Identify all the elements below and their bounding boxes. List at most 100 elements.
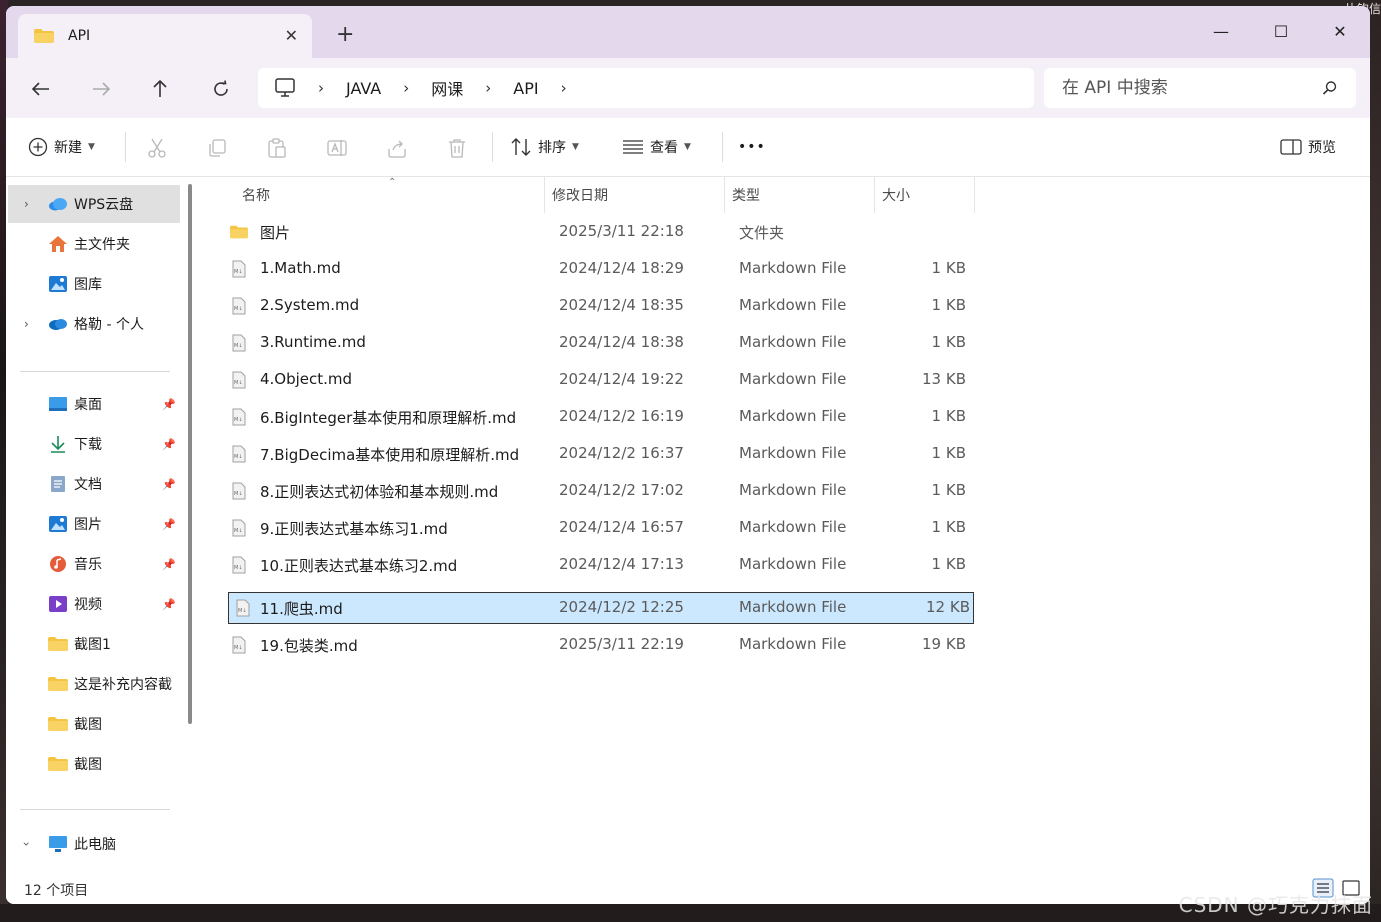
search-input[interactable] <box>1060 77 1314 99</box>
sidebar-item-this-pc[interactable]: › 此电脑 <box>8 825 180 863</box>
pin-icon[interactable]: 📌 <box>162 478 176 491</box>
search-box[interactable] <box>1044 68 1356 108</box>
status-bar: 12 个项目 <box>6 872 1370 904</box>
paste-icon[interactable] <box>266 137 288 159</box>
sidebar-item-downloads[interactable]: 下载 📌 <box>8 425 180 463</box>
markdown-file-icon: M↓ <box>232 556 246 574</box>
file-row[interactable]: M↓ 7.BigDecima基本使用和原理解析.md 2024/12/2 16:… <box>224 438 970 470</box>
column-header-type[interactable]: 类型 <box>732 177 760 213</box>
breadcrumb-api[interactable]: API <box>513 79 538 98</box>
column-header-name[interactable]: 名称 <box>242 177 270 213</box>
copy-icon[interactable] <box>206 137 228 159</box>
chevron-right-icon[interactable]: › <box>24 317 29 331</box>
file-row-folder[interactable]: 图片 2025/3/11 22:18 文件夹 <box>224 216 970 248</box>
svg-text:M↓: M↓ <box>234 491 243 497</box>
file-name: 9.正则表达式基本练习1.md <box>260 520 448 538</box>
file-row[interactable]: M↓ 4.Object.md 2024/12/4 19:22 Markdown … <box>224 364 970 396</box>
sidebar-item-pictures[interactable]: 图片 📌 <box>8 505 180 543</box>
refresh-button[interactable] <box>208 76 234 102</box>
breadcrumb-separator[interactable]: › <box>403 79 409 97</box>
svg-text:M↓: M↓ <box>234 565 243 571</box>
file-row[interactable]: M↓ 2.System.md 2024/12/4 18:35 Markdown … <box>224 290 970 322</box>
sidebar-item-gallery[interactable]: 图库 <box>8 265 180 303</box>
sidebar-item-folder[interactable]: 截图 <box>8 705 180 743</box>
cut-icon[interactable] <box>146 137 168 159</box>
sidebar-item-wps-cloud[interactable]: › WPS云盘 <box>8 185 180 223</box>
share-icon[interactable] <box>386 137 408 159</box>
sidebar-item-videos[interactable]: 视频 📌 <box>8 585 180 623</box>
breadcrumb-java[interactable]: JAVA <box>346 79 381 98</box>
folder-icon <box>230 225 248 239</box>
file-type: Markdown File <box>739 481 847 499</box>
back-button[interactable] <box>28 76 54 102</box>
tab-close-icon[interactable]: ✕ <box>285 26 298 45</box>
pin-icon[interactable]: 📌 <box>162 558 176 571</box>
cloud-icon <box>48 195 68 213</box>
column-header-size[interactable]: 大小 <box>882 177 910 213</box>
sidebar-item-desktop[interactable]: 桌面 📌 <box>8 385 180 423</box>
new-tab-button[interactable]: + <box>336 24 354 46</box>
maximize-button[interactable]: ☐ <box>1266 16 1296 46</box>
toolbar-divider <box>722 132 723 162</box>
markdown-file-icon: M↓ <box>236 599 250 617</box>
close-window-button[interactable]: ✕ <box>1325 16 1355 46</box>
up-button[interactable] <box>147 76 173 102</box>
pin-icon[interactable]: 📌 <box>162 398 176 411</box>
file-size: 1 KB <box>931 407 966 425</box>
breadcrumb-wangke[interactable]: 网课 <box>431 76 463 100</box>
sidebar-item-home[interactable]: 主文件夹 <box>8 225 180 263</box>
file-type: Markdown File <box>739 259 847 277</box>
breadcrumb-separator[interactable]: › <box>485 79 491 97</box>
column-divider[interactable] <box>544 177 545 213</box>
new-button[interactable]: 新建 ▼ <box>28 134 95 160</box>
file-size: 1 KB <box>931 444 966 462</box>
column-divider[interactable] <box>974 177 975 213</box>
tab-api[interactable]: API ✕ <box>18 14 312 58</box>
file-row-selected[interactable]: M↓ 11.爬虫.md 2024/12/2 12:25 Markdown Fil… <box>228 592 974 624</box>
pin-icon[interactable]: 📌 <box>162 438 176 451</box>
column-header-date[interactable]: 修改日期 <box>552 177 608 213</box>
sidebar-item-label: 此电脑 <box>74 837 116 853</box>
sidebar-item-music[interactable]: 音乐 📌 <box>8 545 180 583</box>
breadcrumb-separator[interactable]: › <box>561 79 567 97</box>
chevron-down-icon[interactable]: › <box>19 842 33 847</box>
sidebar-item-folder[interactable]: 截图1 <box>8 625 180 663</box>
sort-button[interactable]: 排序 ▼ <box>510 134 579 160</box>
file-row[interactable]: M↓ 9.正则表达式基本练习1.md 2024/12/4 16:57 Markd… <box>224 512 970 544</box>
view-button[interactable]: 查看 ▼ <box>622 134 691 160</box>
file-row[interactable]: M↓ 8.正则表达式初体验和基本规则.md 2024/12/2 17:02 Ma… <box>224 475 970 507</box>
column-divider[interactable] <box>874 177 875 213</box>
pin-icon[interactable]: 📌 <box>162 598 176 611</box>
sidebar-item-folder[interactable]: 截图 <box>8 745 180 783</box>
computer-icon <box>275 78 295 97</box>
preview-label: 预览 <box>1308 140 1336 156</box>
breadcrumb-separator[interactable]: › <box>318 79 324 97</box>
sidebar-item-onedrive[interactable]: › 格勒 - 个人 <box>8 305 180 343</box>
markdown-file-icon: M↓ <box>232 408 246 426</box>
sidebar-item-folder[interactable]: 这是补充内容截 <box>8 665 180 703</box>
column-divider[interactable] <box>724 177 725 213</box>
file-row[interactable]: M↓ 1.Math.md 2024/12/4 18:29 Markdown Fi… <box>224 253 970 285</box>
more-options-button[interactable]: ••• <box>738 134 766 160</box>
delete-icon[interactable] <box>446 137 468 159</box>
file-row[interactable]: M↓ 6.BigInteger基本使用和原理解析.md 2024/12/2 16… <box>224 401 970 433</box>
file-name: 图片 <box>260 224 291 242</box>
pin-icon[interactable]: 📌 <box>162 518 176 531</box>
onedrive-icon <box>48 315 68 333</box>
forward-button[interactable] <box>88 76 114 102</box>
sidebar-scrollbar[interactable] <box>188 184 192 724</box>
minimize-button[interactable]: — <box>1206 16 1236 46</box>
file-row[interactable]: M↓ 10.正则表达式基本练习2.md 2024/12/4 17:13 Mark… <box>224 549 970 581</box>
address-bar[interactable]: › JAVA › 网课 › API › <box>258 68 1034 108</box>
search-icon[interactable] <box>1322 80 1338 96</box>
file-row[interactable]: M↓ 19.包装类.md 2025/3/11 22:19 Markdown Fi… <box>224 629 970 661</box>
preview-pane-button[interactable]: 预览 <box>1280 134 1336 160</box>
sidebar-item-documents[interactable]: 文档 📌 <box>8 465 180 503</box>
file-row[interactable]: M↓ 3.Runtime.md 2024/12/4 18:38 Markdown… <box>224 327 970 359</box>
rename-icon[interactable] <box>326 137 348 159</box>
gallery-icon <box>48 275 68 293</box>
file-type: Markdown File <box>739 333 847 351</box>
chevron-right-icon[interactable]: › <box>24 197 29 211</box>
file-size: 1 KB <box>931 555 966 573</box>
navigation-bar: › JAVA › 网课 › API › <box>6 58 1370 118</box>
